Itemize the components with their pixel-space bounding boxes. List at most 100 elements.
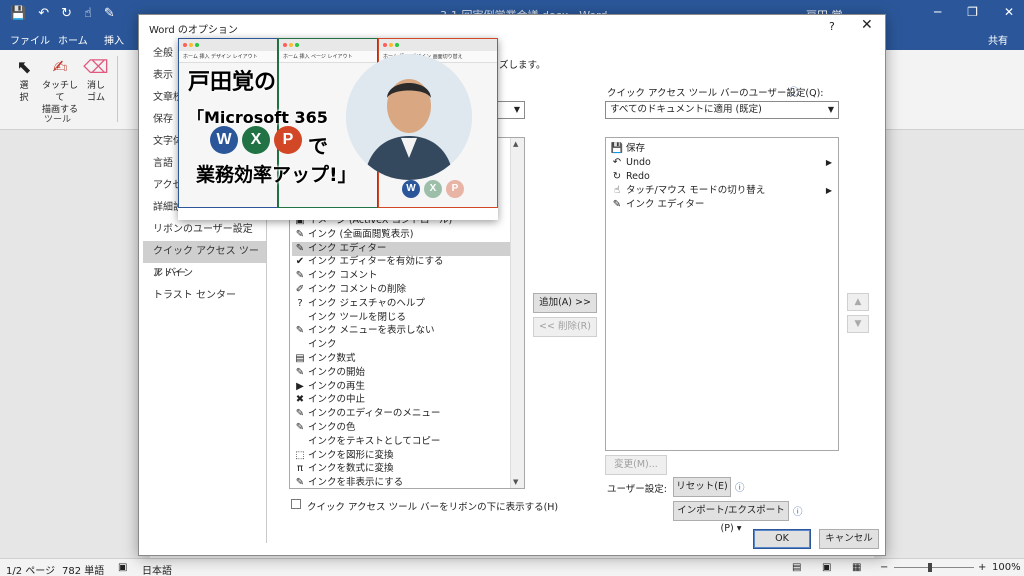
qat-item-icon: ↻: [612, 171, 622, 182]
command-icon: ✖: [295, 394, 305, 406]
show-qat-below-checkbox[interactable]: [291, 499, 301, 509]
restore-icon[interactable]: ❐: [967, 5, 978, 19]
command-item[interactable]: ▤ インク数式: [292, 352, 510, 366]
qat-scope-combo[interactable]: すべてのドキュメントに適用 (既定) ▼: [605, 101, 839, 119]
commands-scrollbar[interactable]: ▲ ▼: [510, 138, 524, 488]
command-item[interactable]: ✎ インク コメント: [292, 269, 510, 283]
command-label: インクの開始: [308, 366, 366, 378]
qat-item-label: タッチ/マウス モードの切り替え: [626, 185, 766, 196]
command-label: インク (全画面閲覧表示): [308, 228, 414, 240]
word-badge: W: [210, 126, 238, 154]
minimize-icon[interactable]: ─: [934, 5, 941, 19]
command-item[interactable]: ? インク ジェスチャのヘルプ: [292, 297, 510, 311]
move-up-button[interactable]: ▲: [847, 293, 869, 311]
import-export-button[interactable]: インポート/エクスポート(P) ▾: [673, 501, 789, 534]
mini-excel-tabs: ホーム 挿入 ページ レイアウト: [279, 51, 377, 63]
command-label: インクの色: [308, 422, 356, 433]
move-down-button[interactable]: ▼: [847, 315, 869, 333]
cancel-button[interactable]: キャンセル: [819, 529, 879, 549]
command-item[interactable]: ✎ インク (全画面閲覧表示): [292, 228, 510, 242]
remove-button[interactable]: << 削除(R): [533, 317, 597, 337]
qat-items-list[interactable]: 💾 保存 ↶ Undo ▶ ↻ Redo ☝ タッチ/マウス モードの切り替え ▶ ✎ インク エディ…: [605, 137, 839, 451]
language[interactable]: 日本語: [142, 562, 172, 576]
add-button[interactable]: 追加(A) >>: [533, 293, 597, 313]
undo-icon[interactable]: ↶: [38, 6, 49, 21]
command-item[interactable]: ✎ インクの色: [292, 421, 510, 435]
tools-group-label: ツール: [44, 115, 72, 125]
save-icon[interactable]: 💾: [10, 6, 26, 21]
nav-item[interactable]: リボンのユーザー設定: [143, 219, 266, 241]
help-icon[interactable]: ?: [829, 20, 835, 33]
share-button[interactable]: 共有: [988, 32, 1008, 47]
close-icon[interactable]: ✕: [1004, 5, 1014, 19]
qat-item-label: インク エディター: [626, 199, 705, 210]
read-mode-icon[interactable]: ▤: [792, 562, 801, 573]
excel-badge: X: [242, 126, 270, 154]
command-icon: ✎: [295, 422, 305, 433]
chevron-down-icon: ▼: [513, 105, 520, 114]
nav-item[interactable]: クイック アクセス ツール バー: [143, 241, 266, 279]
print-layout-icon[interactable]: ▣: [822, 562, 831, 573]
qat-item[interactable]: ☝ タッチ/マウス モードの切り替え ▶: [608, 184, 836, 198]
command-item[interactable]: ✎ インク メニューを表示しない: [292, 324, 510, 338]
qat-item[interactable]: ↶ Undo ▶: [608, 156, 836, 170]
user-settings-label: ユーザー設定:: [607, 484, 668, 495]
reset-button[interactable]: リセット(E) ▾: [673, 477, 731, 510]
zoom-level[interactable]: 100%: [992, 562, 1021, 573]
zoom-out-icon[interactable]: −: [880, 562, 888, 573]
command-icon: ⬚: [295, 449, 305, 461]
eraser-button[interactable]: ⌫ 消し ゴム: [76, 56, 116, 104]
tab-home[interactable]: ホーム: [58, 32, 88, 47]
page-count[interactable]: 1/2 ページ: [6, 562, 55, 576]
tab-file[interactable]: ファイル: [10, 32, 50, 47]
word-count[interactable]: 782 単語: [62, 562, 104, 576]
qat-item[interactable]: ✎ インク エディター: [608, 198, 836, 212]
zoom-in-icon[interactable]: +: [978, 562, 986, 573]
command-item[interactable]: ✔ インク エディターを有効にする: [292, 255, 510, 269]
tab-insert[interactable]: 挿入: [104, 32, 124, 47]
ok-button[interactable]: OK: [753, 529, 811, 549]
command-label: インク コメント: [308, 270, 378, 282]
redo-icon[interactable]: ↻: [61, 6, 72, 21]
submenu-arrow-icon: ▶: [825, 186, 832, 195]
command-icon: ✎: [295, 477, 305, 489]
command-item[interactable]: ✎ インクのエディターのメニュー: [292, 407, 510, 421]
command-label: インク メニューを表示しない: [308, 325, 435, 337]
command-item[interactable]: ✐ インク コメントの削除: [292, 283, 510, 297]
command-item[interactable]: ✖ インクの中止: [292, 393, 510, 407]
command-item[interactable]: ▶ インクの再生: [292, 380, 510, 394]
command-item[interactable]: ⬚ インクを図形に変換: [292, 449, 510, 463]
command-item[interactable]: インクをテキストとしてコピー: [292, 435, 510, 449]
zoom-slider[interactable]: [894, 567, 974, 568]
ink-editor-icon[interactable]: ✎: [104, 6, 115, 21]
command-item[interactable]: インク ツールを閉じる: [292, 311, 510, 325]
proofing-icon[interactable]: ▣: [118, 562, 127, 573]
command-item[interactable]: ✎ インク エディター: [292, 241, 510, 256]
qat-item-icon: ☝: [613, 185, 621, 196]
scroll-up-icon[interactable]: ▲: [513, 140, 518, 148]
window-controls: ─ ❐ ✕: [934, 5, 1014, 19]
command-label: インク エディター: [308, 242, 387, 254]
nav-item[interactable]: アドイン: [143, 263, 266, 285]
header-text: ズします。: [499, 60, 546, 71]
info-icon[interactable]: ⓘ: [793, 504, 803, 518]
powerpoint-badge: P: [274, 126, 302, 154]
command-item[interactable]: ✎ インクの開始: [292, 366, 510, 380]
zoom-slider-thumb[interactable]: [928, 563, 932, 572]
command-item[interactable]: インク: [292, 338, 510, 352]
web-layout-icon[interactable]: ▦: [852, 562, 861, 573]
qat-item[interactable]: ↻ Redo: [608, 170, 836, 184]
touch-mode-icon[interactable]: ☝: [84, 6, 92, 21]
scroll-down-icon[interactable]: ▼: [513, 478, 518, 486]
command-label: インク: [308, 339, 337, 351]
qat-item-icon: 💾: [610, 143, 624, 154]
info-icon[interactable]: ⓘ: [789, 84, 799, 98]
command-icon: ✎: [295, 242, 305, 254]
modify-button[interactable]: 変更(M)...: [605, 455, 667, 475]
nav-item[interactable]: トラスト センター: [143, 285, 266, 307]
command-item[interactable]: π インクを数式に変換: [292, 462, 510, 476]
dialog-close-icon[interactable]: ✕: [861, 17, 873, 33]
info-icon[interactable]: ⓘ: [735, 480, 745, 494]
qat-item[interactable]: 💾 保存: [608, 142, 836, 156]
command-item[interactable]: ✎ インクを非表示にする: [292, 476, 510, 489]
